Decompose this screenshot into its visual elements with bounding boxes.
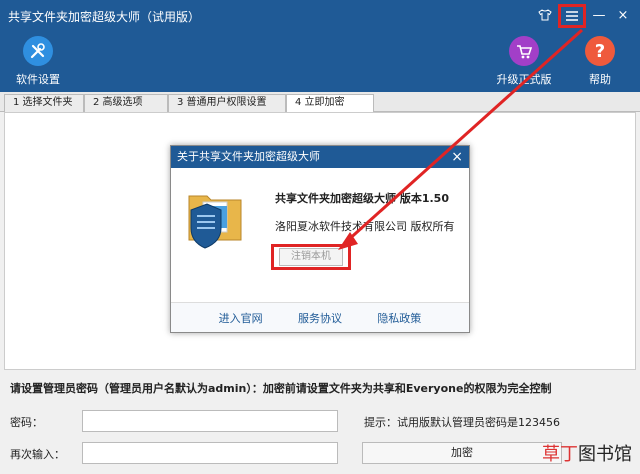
- password-label: 密码：: [10, 416, 43, 429]
- app-title: 共享文件夹加密超级大师（试用版）: [8, 10, 201, 24]
- watermark-red-text: 草丁: [542, 444, 578, 465]
- help-button[interactable]: ? 帮助: [570, 36, 630, 87]
- shirt-icon[interactable]: [534, 4, 556, 26]
- encrypt-button[interactable]: 加密: [362, 442, 562, 464]
- tab-encrypt-now[interactable]: 4 立即加密: [286, 94, 374, 113]
- settings-label: 软件设置: [16, 73, 60, 86]
- dialog-product-version: 共享文件夹加密超级大师 版本1.50: [275, 192, 449, 205]
- window-controls: — ×: [534, 4, 634, 28]
- watermark: 草丁图书馆: [542, 440, 632, 466]
- question-icon: ?: [585, 36, 615, 66]
- upgrade-label: 升级正式版: [496, 73, 552, 86]
- privacy-policy-link[interactable]: 隐私政策: [377, 310, 421, 326]
- default-password-hint: 提示：试用版默认管理员密码是123456: [364, 416, 560, 429]
- tools-icon: [23, 36, 53, 66]
- confirm-password-input[interactable]: [82, 442, 338, 464]
- cart-icon: [509, 36, 539, 66]
- upgrade-button[interactable]: 升级正式版: [494, 36, 554, 87]
- title-bar: 共享文件夹加密超级大师（试用版） — × 软件设置 升级正式版 ? 帮助: [0, 0, 640, 92]
- unregister-button[interactable]: 注销本机: [279, 248, 343, 266]
- tab-select-folder[interactable]: 1 选择文件夹: [4, 94, 84, 112]
- about-dialog: 关于共享文件夹加密超级大师 × 共享文件夹加密超级大师 版本1.50 洛阳夏冰软…: [170, 145, 470, 333]
- official-site-link[interactable]: 进入官网: [219, 310, 263, 326]
- help-label: 帮助: [589, 73, 611, 86]
- dialog-company: 洛阳夏冰软件技术有限公司 版权所有: [275, 220, 455, 233]
- dialog-close-icon[interactable]: ×: [451, 146, 463, 168]
- tab-bar: 1 选择文件夹 2 高级选项 3 普通用户权限设置 4 立即加密: [0, 92, 640, 113]
- tab-advanced[interactable]: 2 高级选项: [84, 94, 168, 112]
- password-input[interactable]: [82, 410, 338, 432]
- confirm-password-label: 再次输入：: [10, 448, 65, 461]
- watermark-black-text: 图书馆: [578, 444, 632, 465]
- minimize-button[interactable]: —: [588, 4, 610, 26]
- service-agreement-link[interactable]: 服务协议: [298, 310, 342, 326]
- menu-icon[interactable]: [558, 4, 586, 28]
- dialog-title-bar: 关于共享文件夹加密超级大师 ×: [171, 146, 469, 168]
- close-button[interactable]: ×: [612, 4, 634, 26]
- folder-shield-icon: [183, 182, 247, 252]
- password-section: 请设置管理员密码（管理员用户名默认为admin）：加密前请设置文件夹为共享和Ev…: [0, 370, 640, 474]
- dialog-links: 进入官网 服务协议 隐私政策: [171, 302, 469, 332]
- admin-password-notice: 请设置管理员密码（管理员用户名默认为admin）：加密前请设置文件夹为共享和Ev…: [10, 382, 552, 395]
- tab-user-permissions[interactable]: 3 普通用户权限设置: [168, 94, 286, 112]
- settings-button[interactable]: 软件设置: [8, 36, 68, 87]
- dialog-title: 关于共享文件夹加密超级大师: [177, 150, 320, 163]
- unregister-highlight: 注销本机: [271, 244, 351, 270]
